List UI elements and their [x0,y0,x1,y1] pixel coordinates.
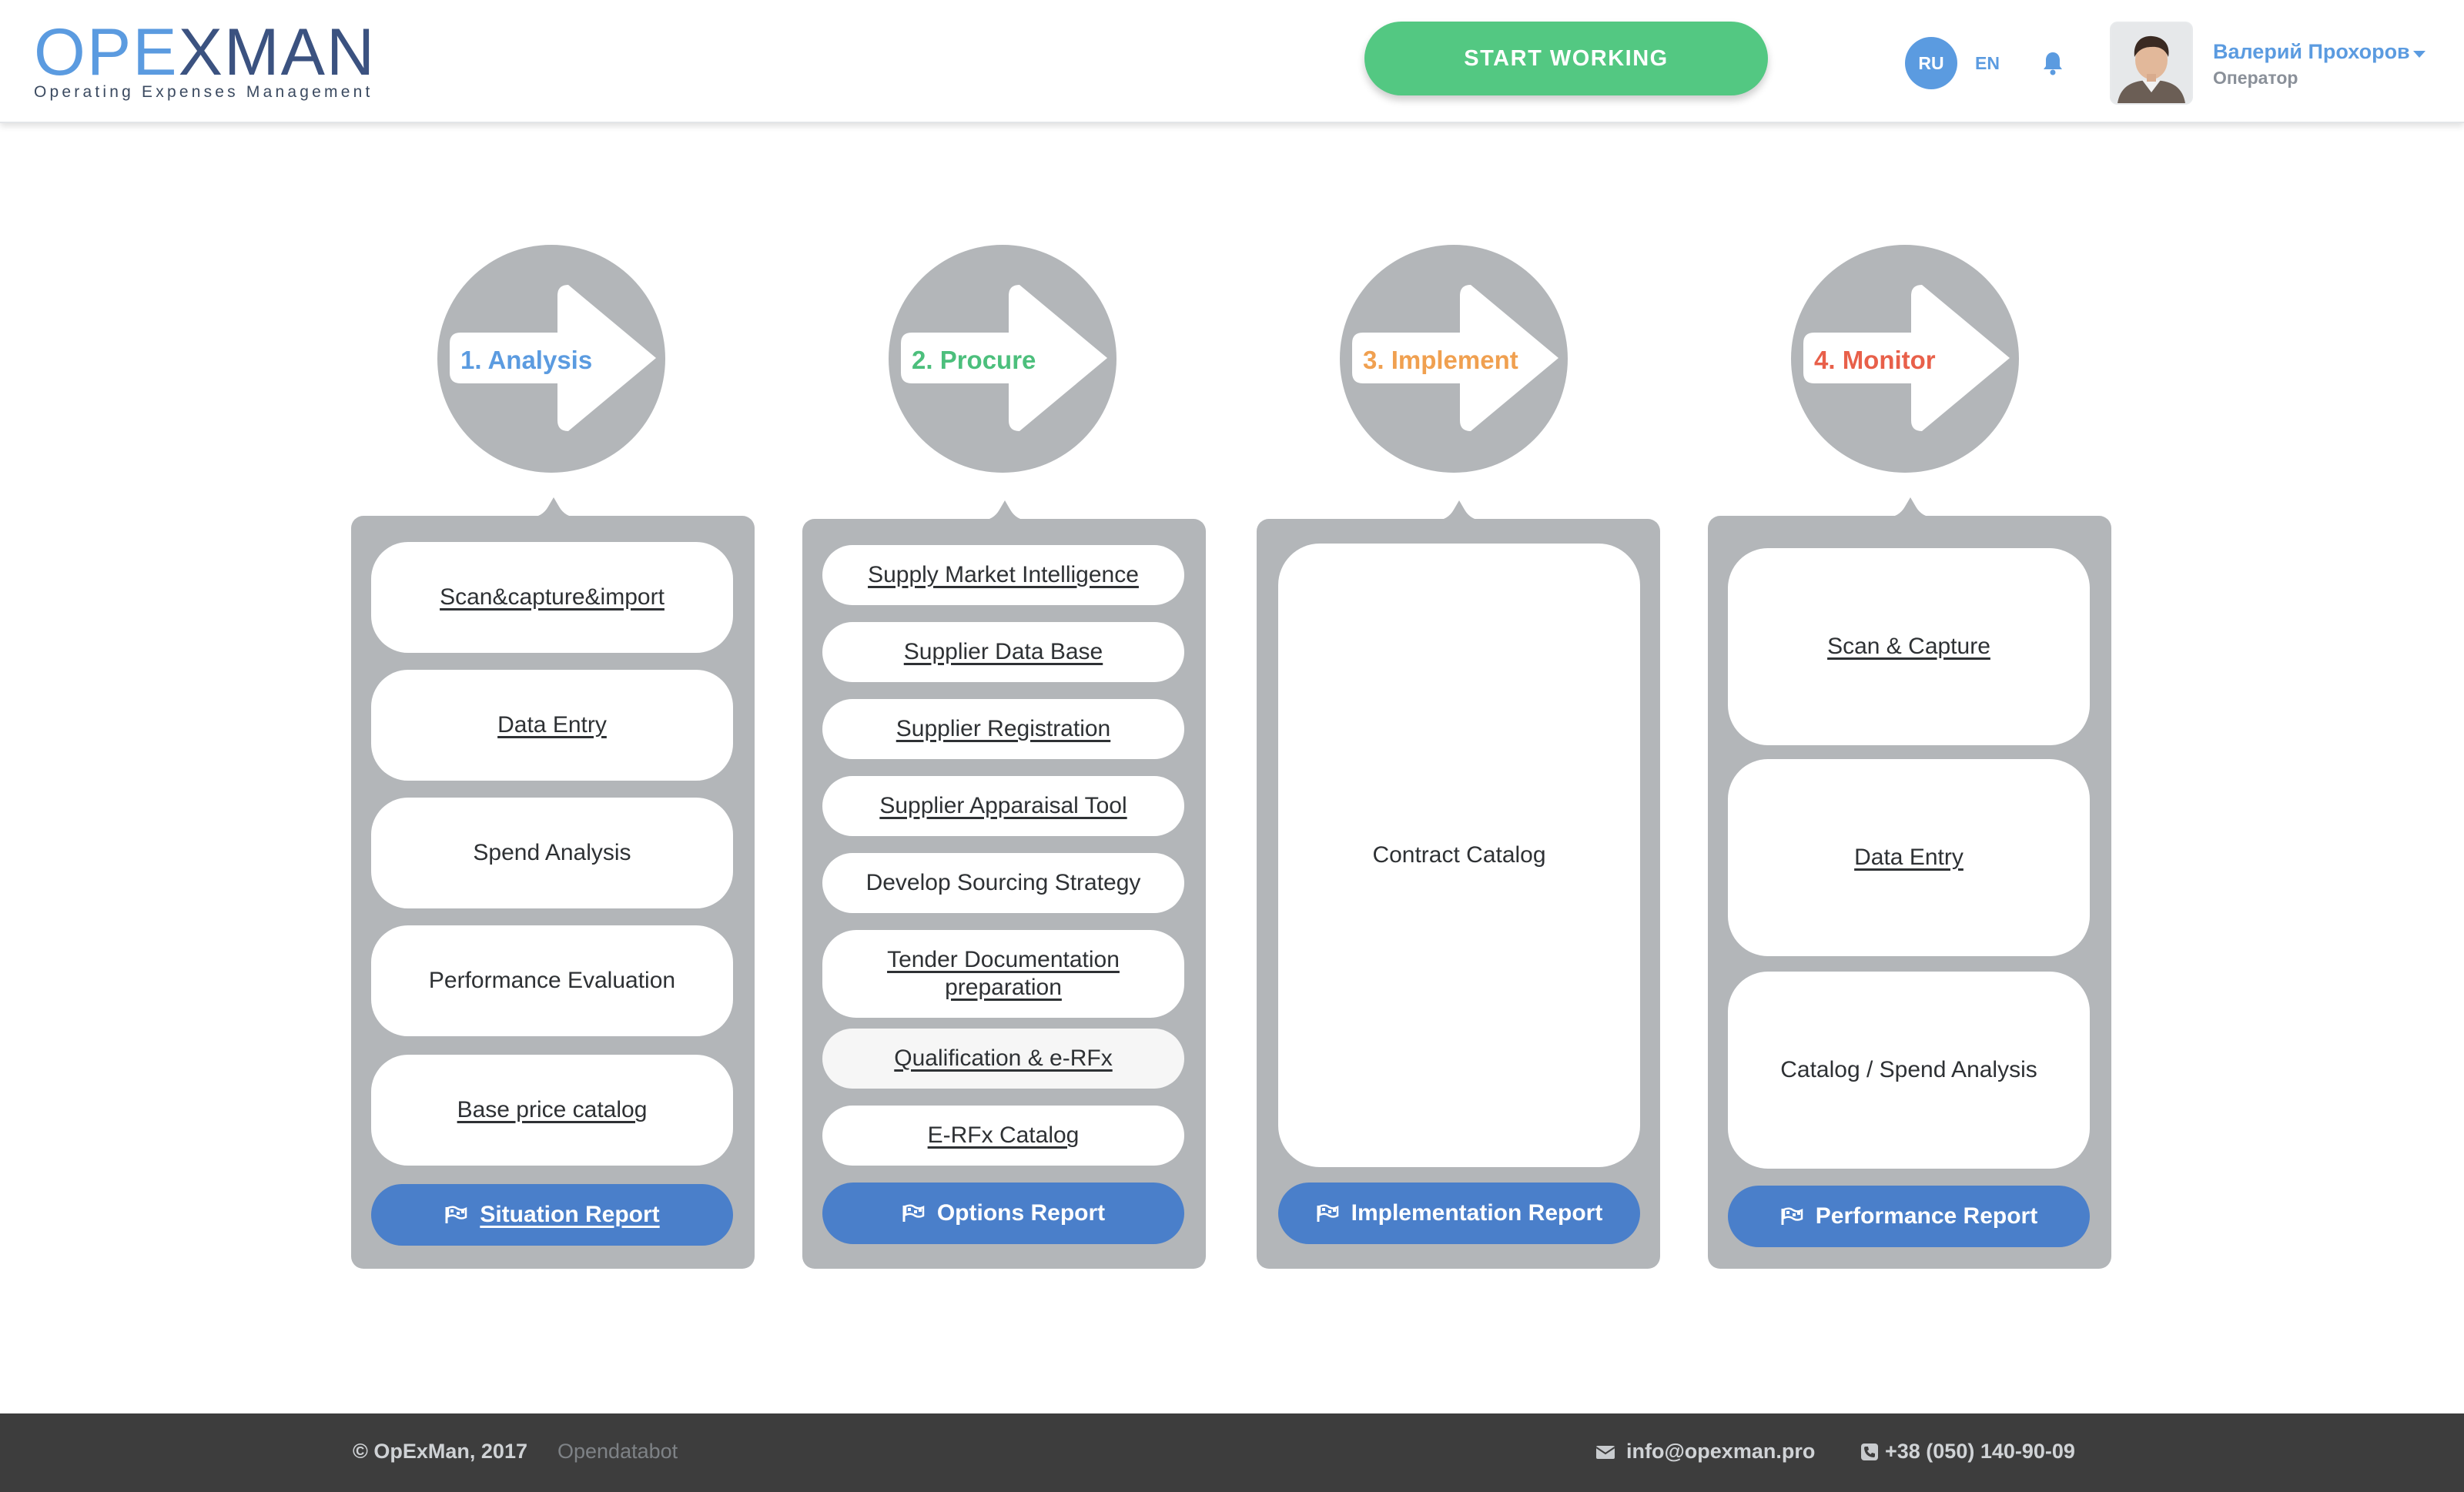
menu-item-performance-evaluation[interactable]: Performance Evaluation [371,925,733,1036]
menu-item-base-price-catalog[interactable]: Base price catalog [371,1055,733,1166]
panel-monitor: Scan & Capture Data Entry Catalog / Spen… [1708,497,2111,1269]
menu-item-scan-capture-import[interactable]: Scan&capture&import [371,542,733,653]
stage-label-monitor: 4. Monitor [1814,346,1936,374]
user-role: Оператор [2213,68,2298,88]
header: OPEXMAN Operating Expenses Management ST… [0,0,2464,123]
situation-report-button[interactable]: Situation Report [371,1184,733,1246]
flag-icon [1317,1204,1338,1222]
flag-icon [902,1204,925,1222]
menu-item-develop-sourcing-strategy[interactable]: Develop Sourcing Strategy [822,853,1184,913]
panel-analysis: Scan&capture&import Data Entry Spend Ana… [351,497,755,1269]
implementation-report-button[interactable]: Implementation Report [1278,1183,1640,1244]
logo[interactable]: OPEXMAN Operating Expenses Management [34,15,380,106]
stage-procure: 2. Procure [889,245,1116,473]
menu-item-tender-documentation[interactable]: Tender Documentation preparation [822,930,1184,1018]
user-name[interactable]: Валерий Прохоров [2213,40,2410,64]
menu-item-supplier-registration[interactable]: Supplier Registration [822,699,1184,759]
menu-item-supply-market-intelligence[interactable]: Supply Market Intelligence [822,545,1184,605]
menu-item-data-entry[interactable]: Data Entry [371,670,733,781]
menu-item-contract-catalog[interactable]: Contract Catalog [1278,544,1640,1167]
footer: © OpExMan, 2017 Opendatabot info@opexman… [0,1413,2464,1492]
stage-monitor: 4. Monitor [1791,245,2019,473]
flag-icon [1781,1207,1803,1225]
footer-email[interactable]: info@opexman.pro [1595,1440,1815,1464]
menu-item-erfx-catalog[interactable]: E-RFx Catalog [822,1106,1184,1166]
stage-label-analysis: 1. Analysis [460,346,593,374]
menu-item-qualification-erfx[interactable]: Qualification & e-RFx [822,1029,1184,1089]
options-report-button[interactable]: Options Report [822,1183,1184,1244]
bell-icon[interactable] [2036,45,2070,82]
footer-copyright: © OpExMan, 2017 [353,1440,527,1463]
avatar[interactable] [2111,23,2191,103]
performance-report-button[interactable]: Performance Report [1728,1186,2090,1247]
menu-item-scan-capture[interactable]: Scan & Capture [1728,548,2090,745]
panel-implement: Contract Catalog Implementation Report [1257,500,1660,1269]
lang-en-button[interactable]: EN [1968,37,2007,89]
menu-item-supplier-appraisal-tool[interactable]: Supplier Apparaisal Tool [822,776,1184,836]
stage-analysis: 1. Analysis [437,245,665,473]
panel-procure: Supply Market Intelligence Supplier Data… [802,500,1206,1269]
stage-label-procure: 2. Procure [912,346,1036,374]
flag-icon [445,1206,467,1223]
envelope-icon [1595,1445,1615,1459]
menu-item-spend-analysis[interactable]: Spend Analysis [371,798,733,908]
start-working-button[interactable]: START WORKING [1364,22,1768,95]
phone-icon [1861,1443,1878,1460]
lang-ru-button[interactable]: RU [1905,37,1957,89]
logo-wordmark: OPEXMAN [34,15,377,89]
logo-subtitle: Operating Expenses Management [34,83,373,101]
menu-item-catalog-spend-analysis[interactable]: Catalog / Spend Analysis [1728,972,2090,1169]
caret-down-icon[interactable] [2413,51,2426,58]
footer-opendatabot-link[interactable]: Opendatabot [557,1440,678,1464]
stage-label-implement: 3. Implement [1363,346,1518,374]
stage-implement: 3. Implement [1340,245,1568,473]
menu-item-data-entry-monitor[interactable]: Data Entry [1728,759,2090,956]
menu-item-supplier-data-base[interactable]: Supplier Data Base [822,622,1184,682]
footer-phone[interactable]: +38 (050) 140-90-09 [1860,1440,2075,1464]
